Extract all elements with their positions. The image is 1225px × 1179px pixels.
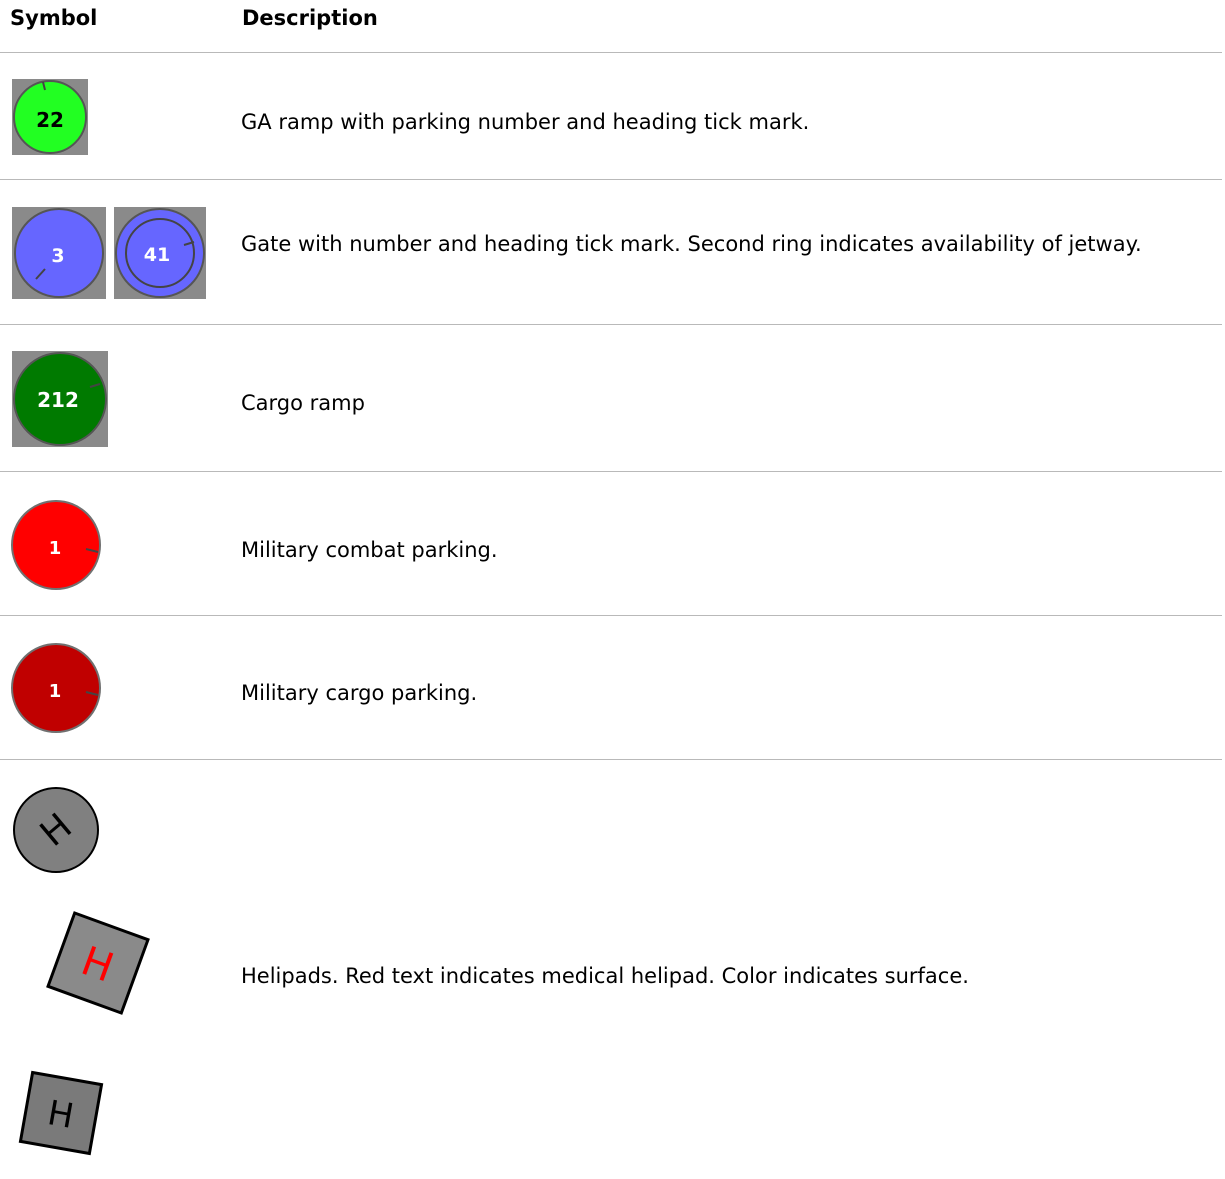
table-row: 1 Military combat parking.	[0, 472, 1222, 616]
gate-number: 3	[51, 245, 64, 267]
helipad-round-icon: H	[12, 786, 102, 876]
gate-jetway-icon: 41	[114, 207, 206, 299]
parking-number: 1	[49, 538, 62, 559]
row-description: Cargo ramp	[241, 391, 365, 415]
row-description: Helipads. Red text indicates medical hel…	[241, 964, 969, 988]
table-row: 1 Military cargo parking.	[0, 616, 1222, 760]
description-column-header: Description	[242, 6, 378, 30]
military-combat-icon: 1	[10, 499, 104, 593]
parking-number: 212	[37, 388, 79, 412]
row-description: Military combat parking.	[241, 538, 498, 562]
helipad-square-icon: H	[18, 1070, 104, 1156]
row-description: Gate with number and heading tick mark. …	[241, 232, 1142, 256]
parking-number: 1	[49, 681, 62, 702]
table-row: 3 41 Gate with number and heading tick m…	[0, 180, 1222, 325]
military-cargo-icon: 1	[10, 642, 104, 736]
helipad-medical-icon: H	[40, 905, 156, 1021]
gate-number: 41	[144, 244, 170, 266]
row-description: GA ramp with parking number and heading …	[241, 110, 810, 134]
row-description: Military cargo parking.	[241, 681, 478, 705]
cargo-ramp-icon: 212	[12, 351, 108, 447]
symbol-column-header: Symbol	[10, 6, 98, 30]
table-row: 22 GA ramp with parking number and headi…	[0, 53, 1222, 180]
table-header: Symbol Description	[0, 0, 1222, 53]
table-row: 212 Cargo ramp	[0, 325, 1222, 472]
table-row: H H Helipads. Red text indicates medical…	[0, 760, 1222, 1179]
parking-number: 22	[36, 108, 64, 132]
gate-icon: 3	[12, 207, 106, 299]
ga-ramp-icon: 22	[12, 79, 88, 155]
